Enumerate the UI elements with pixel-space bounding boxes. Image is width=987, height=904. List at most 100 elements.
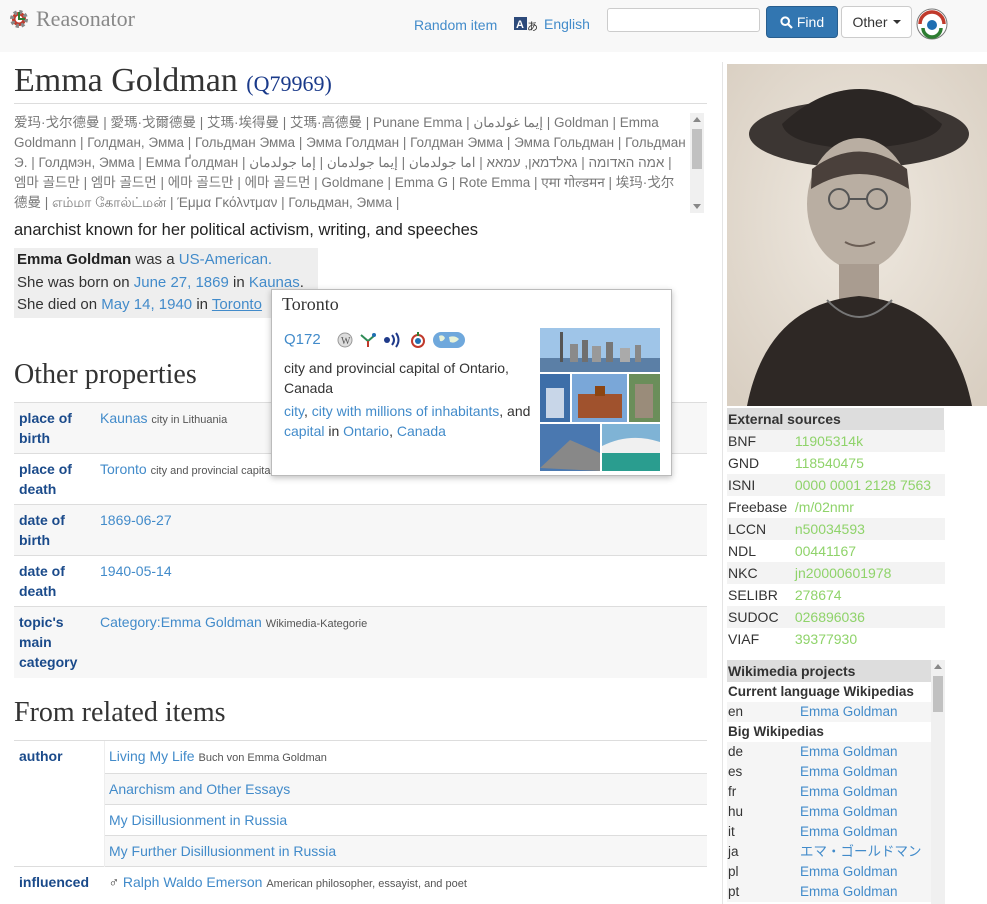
source-key: ISNI xyxy=(727,474,794,496)
wiki-article-link[interactable]: エマ・ゴールドマン xyxy=(800,842,922,862)
birth-place-link[interactable]: Kaunas xyxy=(249,274,300,291)
related-value: Living My Life Buch von Emma Goldman xyxy=(104,740,707,774)
scrollbar-thumb[interactable] xyxy=(692,129,702,169)
related-value-link[interactable]: My Further Disillusionment in Russia xyxy=(109,843,336,859)
property-value-desc: Wikimedia-Kategorie xyxy=(265,618,368,630)
related-key: influenced xyxy=(14,866,105,899)
separator-text: , and xyxy=(499,403,531,419)
source-key: NKC xyxy=(727,562,794,584)
list-item: hu Emma Goldman xyxy=(727,802,945,822)
scroll-up-icon[interactable] xyxy=(934,664,942,669)
source-value-link[interactable]: 026896036 xyxy=(793,606,945,628)
list-item: it Emma Goldman xyxy=(727,822,945,842)
property-value-link[interactable]: Kaunas xyxy=(100,410,147,426)
summary-text: was a xyxy=(131,251,179,268)
table-row: SUDOC 026896036 xyxy=(727,606,945,628)
other-dropdown-button[interactable]: Other xyxy=(841,6,912,38)
death-place-link[interactable]: Toronto xyxy=(212,296,262,313)
related-value: ♂ Ralph Waldo Emerson American philosoph… xyxy=(104,866,707,899)
item-label: Emma Goldman xyxy=(14,62,238,99)
svg-text:A: A xyxy=(516,19,524,31)
wikipedia-icon[interactable]: W xyxy=(337,332,353,348)
source-value-link[interactable]: /m/02nmr xyxy=(794,496,945,518)
wiki-article-link[interactable]: Emma Goldman xyxy=(800,762,898,782)
item-portrait-image[interactable] xyxy=(727,64,987,406)
related-value-link[interactable]: Living My Life xyxy=(109,748,195,764)
scroll-up-icon[interactable] xyxy=(693,117,701,122)
wiki-code: fr xyxy=(728,784,737,799)
property-value-link[interactable]: Category:Emma Goldman xyxy=(100,614,262,630)
table-row: My Disillusionment in Russia xyxy=(14,804,707,836)
external-sources-table: BNF 11905314k GND 118540475 ISNI 0000 0001 … xyxy=(727,430,945,650)
wiki-article-link[interactable]: Emma Goldman xyxy=(800,882,898,902)
source-value-link[interactable]: 0000 0001 2128 7563 xyxy=(793,474,945,496)
popup-qid-link[interactable]: Q172 xyxy=(284,331,321,348)
separator-text: in xyxy=(324,423,344,439)
wiki-code: hu xyxy=(728,804,744,819)
toronto-collage-image[interactable] xyxy=(540,328,660,471)
language-selector[interactable]: A あ English xyxy=(514,15,590,33)
instance-of-link[interactable]: city xyxy=(284,403,304,419)
source-value-link[interactable]: n50034593 xyxy=(793,518,945,540)
related-value-desc: American philosopher, essayist, and poet xyxy=(266,878,467,890)
source-value-link[interactable]: 11905314k xyxy=(793,430,945,452)
property-value-link[interactable]: 1869-06-27 xyxy=(100,512,172,528)
source-value-link[interactable]: 118540475 xyxy=(794,452,945,474)
wiki-article-link[interactable]: Emma Goldman xyxy=(800,862,898,882)
wikimedia-labs-icon[interactable] xyxy=(916,8,948,40)
location-link[interactable]: Canada xyxy=(397,423,446,439)
map-icon[interactable] xyxy=(433,332,465,348)
property-key: date of death xyxy=(14,555,100,607)
aliases-scrollbar[interactable] xyxy=(690,113,704,213)
wiki-article-link[interactable]: Emma Goldman xyxy=(800,782,898,802)
nationality-link[interactable]: US-American. xyxy=(179,251,272,268)
wiki-article-link[interactable]: Emma Goldman xyxy=(800,802,898,822)
instance-of-link[interactable]: capital xyxy=(284,423,324,439)
table-row: BNF 11905314k xyxy=(727,430,945,452)
audio-icon[interactable] xyxy=(383,332,403,348)
related-value-link[interactable]: My Disillusionment in Russia xyxy=(109,812,287,828)
property-value-link[interactable]: 1940-05-14 xyxy=(100,563,172,579)
app-name: Reasonator xyxy=(36,6,135,31)
wiki-article-link[interactable]: Emma Goldman xyxy=(800,702,898,722)
source-value-link[interactable]: 00441167 xyxy=(794,540,945,562)
related-value-link[interactable]: Ralph Waldo Emerson xyxy=(123,874,263,890)
related-key: author xyxy=(14,740,105,867)
summary-text: . xyxy=(299,273,304,291)
find-button[interactable]: Find xyxy=(766,6,838,38)
table-row: NKC jn20000601978 xyxy=(727,562,945,584)
table-row: Freebase/m/02nmr xyxy=(727,496,945,518)
wiki-article-link[interactable]: Emma Goldman xyxy=(800,742,898,762)
search-input[interactable] xyxy=(607,8,760,32)
birth-date-link[interactable]: June 27, 1869 xyxy=(134,274,229,291)
location-link[interactable]: Ontario xyxy=(343,423,389,439)
scroll-down-icon[interactable] xyxy=(693,204,701,209)
instance-of-link[interactable]: city with millions of inhabitants xyxy=(312,403,500,419)
table-row: author Living My Life Buch von Emma Gold… xyxy=(14,740,707,867)
source-value-link[interactable]: 278674 xyxy=(794,584,945,606)
hover-popup-toronto: Toronto Q172 W city and provincial capit… xyxy=(271,289,672,476)
find-button-label: Find xyxy=(796,14,825,30)
related-value-link[interactable]: Anarchism and Other Essays xyxy=(109,781,290,797)
source-key: NDL xyxy=(728,543,757,559)
search-icon xyxy=(780,15,793,29)
table-row: My Further Disillusionment in Russia xyxy=(14,835,707,867)
wikimedia-scrollbar[interactable] xyxy=(931,660,945,904)
random-item-link[interactable]: Random item xyxy=(414,17,497,33)
list-item: fr Emma Goldman xyxy=(727,782,945,802)
item-description: anarchist known for her political activi… xyxy=(14,221,479,239)
source-value-link[interactable]: 39377930 xyxy=(794,628,945,650)
property-value-link[interactable]: Toronto xyxy=(100,461,147,477)
language-label[interactable]: English xyxy=(544,16,590,32)
popup-icon-row: W xyxy=(337,331,465,349)
wikidata-icon[interactable] xyxy=(359,332,377,348)
item-qid-link[interactable]: (Q79969) xyxy=(246,71,332,96)
title-divider xyxy=(14,103,707,104)
sidebar-divider xyxy=(722,62,723,904)
source-value-link[interactable]: jn20000601978 xyxy=(793,562,945,584)
wiki-article-link[interactable]: Emma Goldman xyxy=(800,822,898,842)
scrollbar-thumb[interactable] xyxy=(933,676,943,712)
commons-icon[interactable] xyxy=(409,331,427,349)
app-logo[interactable]: Reasonator xyxy=(8,6,135,32)
death-date-link[interactable]: May 14, 1940 xyxy=(101,296,192,313)
